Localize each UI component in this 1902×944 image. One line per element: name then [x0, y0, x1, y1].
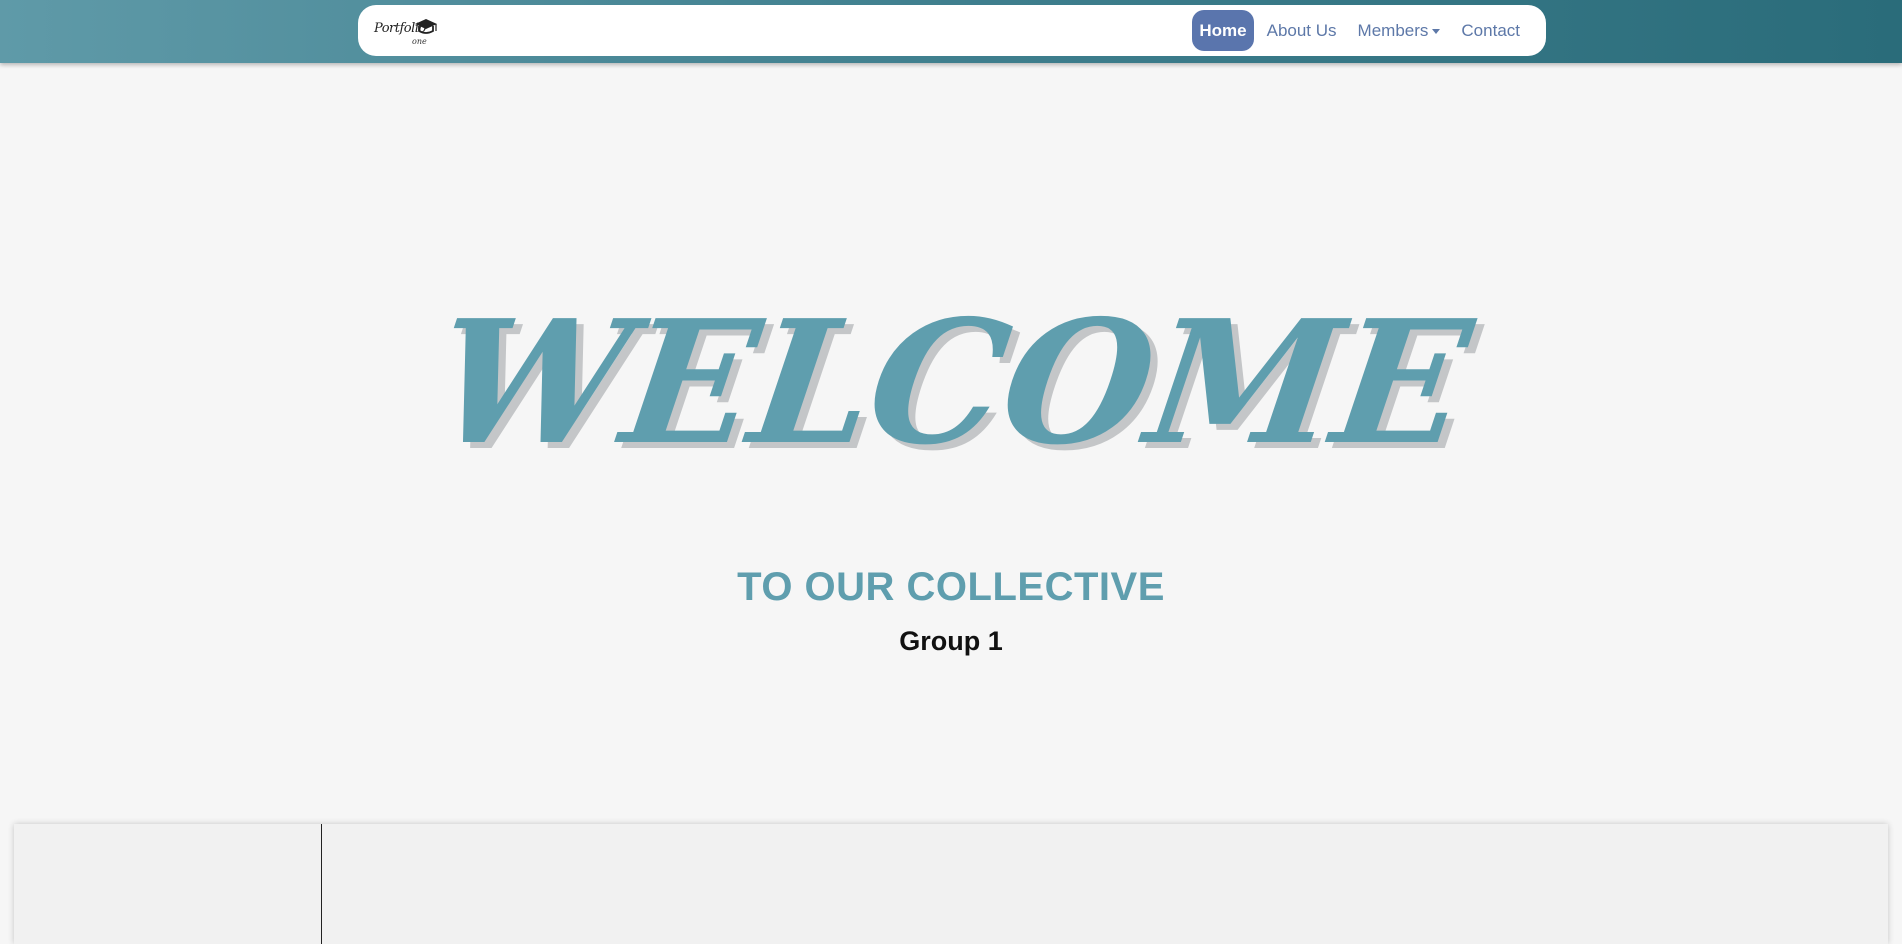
chevron-down-icon — [1432, 28, 1441, 34]
bottom-panel — [14, 824, 1888, 944]
group-name: Group 1 — [899, 626, 1003, 656]
welcome-title: WELCOME — [423, 283, 1479, 483]
hero-section: WELCOME TO OUR COLLECTIVE Group 1 — [0, 63, 1902, 823]
nav-contact-label: Contact — [1461, 21, 1520, 40]
nav-contact[interactable]: Contact — [1453, 10, 1528, 51]
top-bar: Portfolio one Home About Us Members Cont… — [0, 0, 1902, 63]
logo[interactable]: Portfolio one — [374, 15, 438, 47]
panel-divider — [321, 824, 322, 944]
nav-home[interactable]: Home — [1192, 10, 1254, 51]
nav-about-us-label: About Us — [1266, 21, 1337, 40]
logo-subtext: one — [412, 37, 427, 46]
nav-members-dropdown[interactable]: Members — [1350, 10, 1449, 51]
nav-about-us[interactable]: About Us — [1259, 10, 1345, 51]
hero-subtitle: TO OUR COLLECTIVE — [737, 565, 1165, 609]
nav-home-label: Home — [1199, 21, 1247, 40]
nav-members-label: Members — [1357, 21, 1429, 40]
nav-links: Home About Us Members Contact — [1187, 10, 1528, 51]
navbar: Portfolio one Home About Us Members Cont… — [358, 5, 1546, 56]
